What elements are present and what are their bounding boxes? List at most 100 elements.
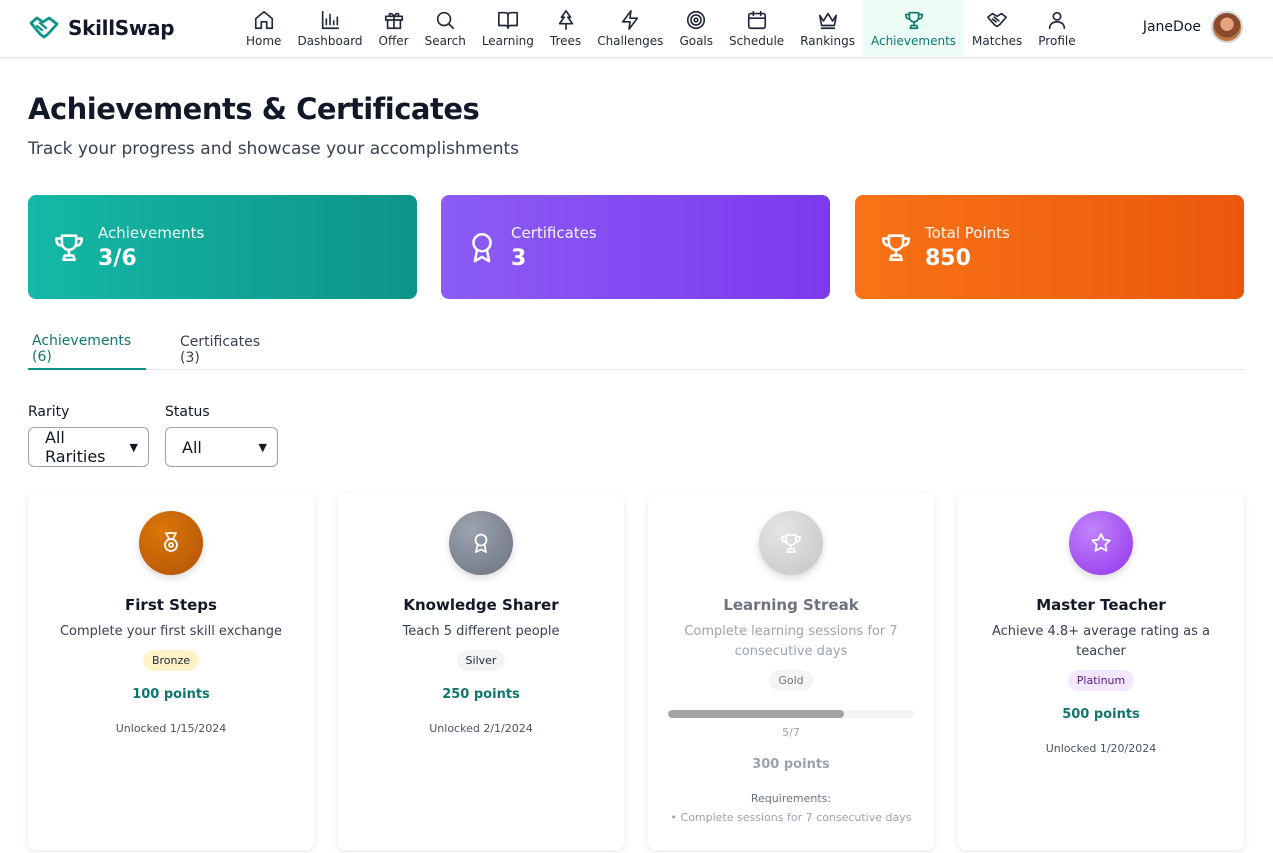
nav-item-matches[interactable]: Matches [964, 0, 1030, 56]
achievement-card-knowledge-sharer[interactable]: Knowledge Sharer Teach 5 different peopl… [338, 494, 624, 850]
achievement-title: First Steps [125, 596, 217, 614]
stat-label: Achievements [98, 223, 205, 242]
achievement-description: Complete learning sessions for 7 consecu… [684, 624, 898, 659]
stat-card-total-points: Total Points 850 [855, 195, 1244, 299]
nav-item-label: Offer [378, 33, 409, 48]
nav-item-learning[interactable]: Learning [474, 0, 542, 56]
nav-item-schedule[interactable]: Schedule [721, 0, 792, 56]
achievement-badge [759, 511, 823, 575]
nav-item-label: Challenges [597, 33, 664, 48]
gift-icon [384, 12, 403, 29]
username: JaneDoe [1142, 19, 1201, 35]
nav-item-dashboard[interactable]: Dashboard [289, 0, 370, 56]
achievement-description: Complete your first skill exchange [59, 624, 283, 639]
stat-card-certificates: Certificates 3 [441, 195, 830, 299]
status-select[interactable]: All ▼ [165, 427, 278, 467]
stat-value: 3 [511, 245, 527, 271]
stat-value: 850 [925, 245, 971, 271]
user-menu[interactable]: JaneDoe [1143, 11, 1243, 43]
achievement-title: Knowledge Sharer [403, 596, 559, 614]
achievement-points: 250 points [442, 687, 520, 702]
handshake-icon [987, 12, 1008, 27]
achievement-badge [1069, 511, 1133, 575]
app-name: SkillSwap [68, 16, 175, 40]
nav-item-home[interactable]: Home [238, 0, 289, 56]
status-select-value: All [182, 437, 202, 457]
nav-item-achievements[interactable]: Achievements [862, 0, 965, 56]
nav-item-offer[interactable]: Offer [371, 0, 417, 56]
medal-icon [164, 532, 178, 552]
rarity-badge: Gold [769, 670, 813, 691]
star-icon [1091, 533, 1111, 552]
unlock-date: Unlocked 1/20/2024 [1045, 742, 1157, 755]
nav-menu: Home Dashboard Offer Search Learning Tre… [238, 0, 1084, 56]
rarity-badge: Bronze [142, 650, 200, 671]
nav-item-trees[interactable]: Trees [542, 0, 589, 56]
home-icon [254, 10, 273, 29]
tab-achievements[interactable]: Achievements (6) [28, 330, 146, 370]
award-ribbon-icon [474, 533, 488, 553]
stat-label: Certificates [511, 223, 597, 242]
tab-bar: Achievements (6) Certificates (3) [28, 330, 1244, 370]
progress-bar-fill [668, 710, 844, 718]
achievement-card-master-teacher[interactable]: Master Teacher Achieve 4.8+ average rati… [958, 494, 1244, 850]
bar-chart-icon [321, 10, 340, 29]
achievement-badge [449, 511, 513, 575]
rarity-select-value: All Rarities [45, 428, 106, 466]
achievement-points: 100 points [132, 687, 210, 702]
unlock-date: Unlocked 1/15/2024 [115, 722, 227, 735]
achievement-title: Master Teacher [1036, 596, 1166, 614]
progress-text: 5/7 [782, 726, 800, 739]
rarity-select[interactable]: All Rarities ▼ [28, 427, 149, 467]
nav-item-goals[interactable]: Goals [671, 0, 721, 56]
rarity-badge: Platinum [1067, 670, 1135, 691]
nav-item-challenges[interactable]: Challenges [589, 0, 671, 56]
requirements-title: Requirements: [750, 792, 832, 805]
achievement-title: Learning Streak [723, 596, 859, 614]
stat-label: Total Points [925, 223, 1010, 242]
handshake-logo-icon [29, 16, 59, 39]
award-ribbon-icon [472, 232, 492, 263]
trophy-icon [781, 534, 801, 553]
nav-item-profile[interactable]: Profile [1030, 0, 1083, 56]
achievement-points: 300 points [752, 757, 830, 772]
nav-item-label: Learning [481, 33, 534, 48]
status-filter-label: Status [165, 404, 210, 420]
progress-bar [668, 710, 914, 718]
trophy-icon [904, 11, 923, 29]
stat-value: 3/6 [98, 245, 137, 271]
stat-card-achievements: Achievements 3/6 [28, 195, 417, 299]
avatar[interactable] [1211, 11, 1243, 43]
nav-item-label: Dashboard [297, 33, 363, 48]
nav-item-label: Achievements [870, 33, 957, 48]
top-nav: SkillSwap Home Dashboard Offer Search Le… [0, 0, 1273, 58]
trophy-icon [881, 234, 911, 262]
nav-item-label: Rankings [800, 33, 855, 48]
achievement-description: Achieve 4.8+ average rating as a teacher [991, 624, 1211, 659]
chevron-down-icon: ▼ [129, 440, 138, 454]
tree-icon [558, 9, 573, 30]
page-subtitle: Track your progress and showcase your ac… [28, 139, 519, 159]
rarity-filter-label: Rarity [28, 404, 70, 420]
achievement-badge [139, 511, 203, 575]
lightning-icon [622, 9, 639, 30]
search-icon [437, 11, 455, 29]
nav-item-label: Trees [549, 33, 582, 48]
nav-item-label: Profile [1038, 33, 1076, 48]
nav-item-label: Home [246, 33, 282, 48]
nav-item-search[interactable]: Search [417, 0, 474, 56]
nav-item-rankings[interactable]: Rankings [792, 0, 863, 56]
achievement-card-first-steps[interactable]: First Steps Complete your first skill ex… [28, 494, 314, 850]
page-title: Achievements & Certificates [28, 92, 480, 126]
chevron-down-icon: ▼ [258, 440, 267, 454]
tab-certificates[interactable]: Certificates (3) [176, 330, 276, 369]
unlock-date: Unlocked 2/1/2024 [429, 722, 533, 735]
app-logo[interactable]: SkillSwap [28, 12, 175, 44]
crown-icon [818, 12, 837, 29]
nav-item-label: Matches [972, 33, 1023, 48]
trophy-icon [54, 234, 84, 262]
target-icon [687, 10, 706, 29]
achievement-card-learning-streak[interactable]: Learning Streak Complete learning sessio… [648, 494, 934, 850]
nav-item-label: Schedule [729, 33, 785, 48]
nav-item-label: Goals [679, 33, 714, 48]
